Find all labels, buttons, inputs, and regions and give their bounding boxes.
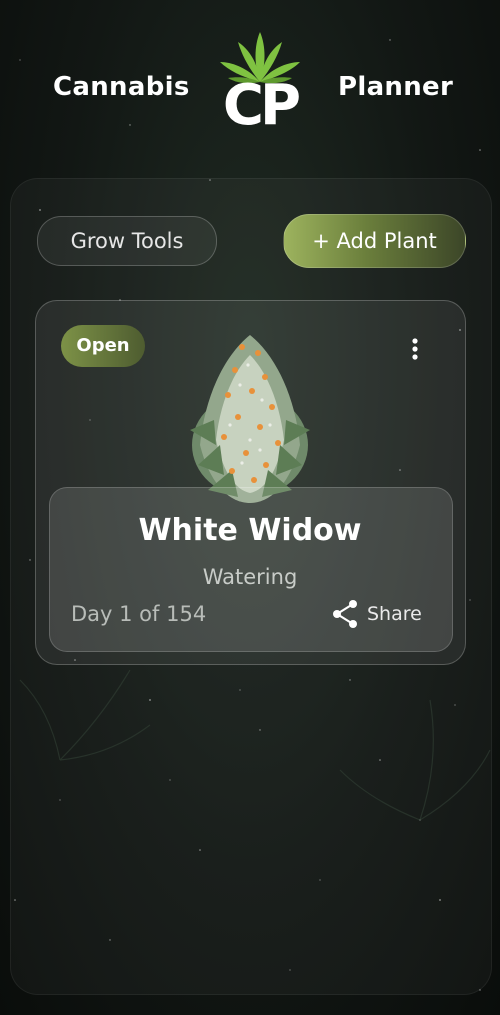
brand-word-left: Cannabis bbox=[53, 72, 190, 102]
brand-word-right: Planner bbox=[338, 72, 454, 102]
share-icon bbox=[333, 600, 357, 628]
status-badge: Open bbox=[61, 325, 145, 367]
day-progress: Day 1 of 154 bbox=[71, 602, 207, 626]
share-label: Share bbox=[367, 603, 422, 625]
plant-image bbox=[190, 335, 310, 503]
share-button[interactable]: Share bbox=[331, 598, 422, 630]
growth-stage: Watering bbox=[202, 565, 298, 589]
more-vertical-icon[interactable] bbox=[405, 336, 425, 364]
logo-monogram: CP bbox=[222, 73, 301, 138]
strain-name: White Widow bbox=[138, 513, 362, 548]
grow-tools-button[interactable]: Grow Tools bbox=[37, 216, 217, 266]
app-logo: CP bbox=[214, 30, 306, 140]
add-plant-button[interactable]: + Add Plant bbox=[283, 214, 466, 268]
app-header: Cannabis CP Planner bbox=[0, 0, 500, 150]
